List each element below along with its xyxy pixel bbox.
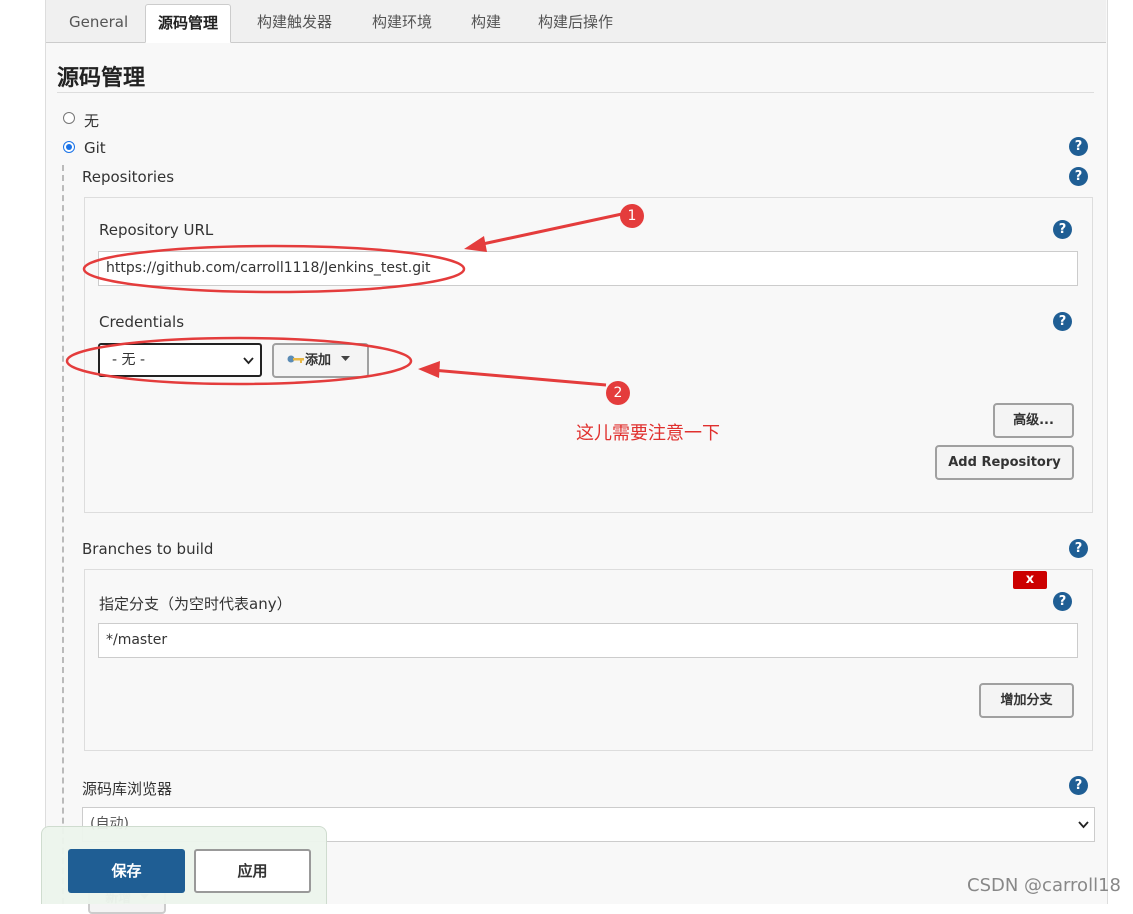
- annotation-layer: [65, 212, 623, 387]
- annotation-marker-1: 1: [620, 204, 644, 228]
- watermark: CSDN @carroll18: [967, 875, 1121, 896]
- annotation-ellipse-url: [82, 244, 466, 294]
- annotation-note: 这儿需要注意一下: [576, 423, 720, 444]
- annotation-marker-2: 2: [606, 381, 630, 405]
- annotation-arrowhead-2: [418, 361, 440, 378]
- annotation-ellipse-credentials: [65, 336, 413, 386]
- annotation-arrow-2: [431, 368, 607, 387]
- annotation-arrowhead-1: [464, 236, 487, 252]
- annotation-arrow-1: [477, 212, 623, 247]
